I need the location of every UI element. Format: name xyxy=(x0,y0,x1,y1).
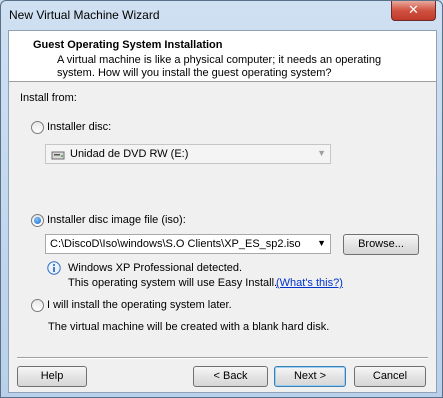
easy-install-text: This operating system will use Easy Inst… xyxy=(68,277,278,289)
description-line-2: system. How will you install the guest o… xyxy=(57,67,332,79)
back-button[interactable]: < Back xyxy=(193,366,268,387)
chevron-down-icon[interactable]: ▼ xyxy=(317,238,326,248)
iso-path-combobox[interactable]: C:\DiscoD\Iso\windows\S.O Clients\XP_ES_… xyxy=(45,234,331,254)
browse-button[interactable]: Browse... xyxy=(343,234,419,255)
page-title: Guest Operating System Installation xyxy=(33,39,223,51)
title-bar[interactable]: New Virtual Machine Wizard ✕ xyxy=(1,1,442,29)
dvd-drive-icon xyxy=(51,148,65,164)
iso-path-value[interactable]: C:\DiscoD\Iso\windows\S.O Clients\XP_ES_… xyxy=(50,238,301,250)
disc-drive-select: Unidad de DVD RW (E:) ▼ xyxy=(45,144,331,164)
install-later-radio[interactable] xyxy=(31,299,44,312)
wizard-window: New Virtual Machine Wizard ✕ Guest Opera… xyxy=(0,0,443,398)
iso-image-radio[interactable] xyxy=(31,214,44,227)
page-description: A virtual machine is like a physical com… xyxy=(57,54,417,80)
iso-image-label[interactable]: Installer disc image file (iso): xyxy=(47,214,186,226)
close-icon: ✕ xyxy=(408,2,419,17)
install-from-label: Install from: xyxy=(20,92,77,104)
next-button[interactable]: Next > xyxy=(274,366,346,387)
install-later-label[interactable]: I will install the operating system late… xyxy=(47,299,232,311)
disc-drive-value: Unidad de DVD RW (E:) xyxy=(70,148,189,160)
detected-os-text: Windows XP Professional detected. xyxy=(68,262,243,274)
window-title: New Virtual Machine Wizard xyxy=(9,8,160,22)
installer-disc-radio[interactable] xyxy=(31,121,44,134)
wizard-header: Guest Operating System Installation A vi… xyxy=(9,31,436,82)
close-button[interactable]: ✕ xyxy=(391,1,436,21)
help-button[interactable]: Help xyxy=(17,366,87,387)
installer-disc-label[interactable]: Installer disc: xyxy=(47,121,111,133)
whats-this-link[interactable]: (What's this?) xyxy=(276,277,343,289)
description-line-1: A virtual machine is like a physical com… xyxy=(57,54,382,66)
wizard-client-area: Guest Operating System Installation A vi… xyxy=(8,30,437,393)
cancel-button[interactable]: Cancel xyxy=(354,366,426,387)
chevron-down-icon: ▼ xyxy=(317,148,326,158)
info-icon xyxy=(47,261,61,278)
blank-disk-note: The virtual machine will be created with… xyxy=(48,321,330,333)
footer-divider xyxy=(17,357,428,359)
